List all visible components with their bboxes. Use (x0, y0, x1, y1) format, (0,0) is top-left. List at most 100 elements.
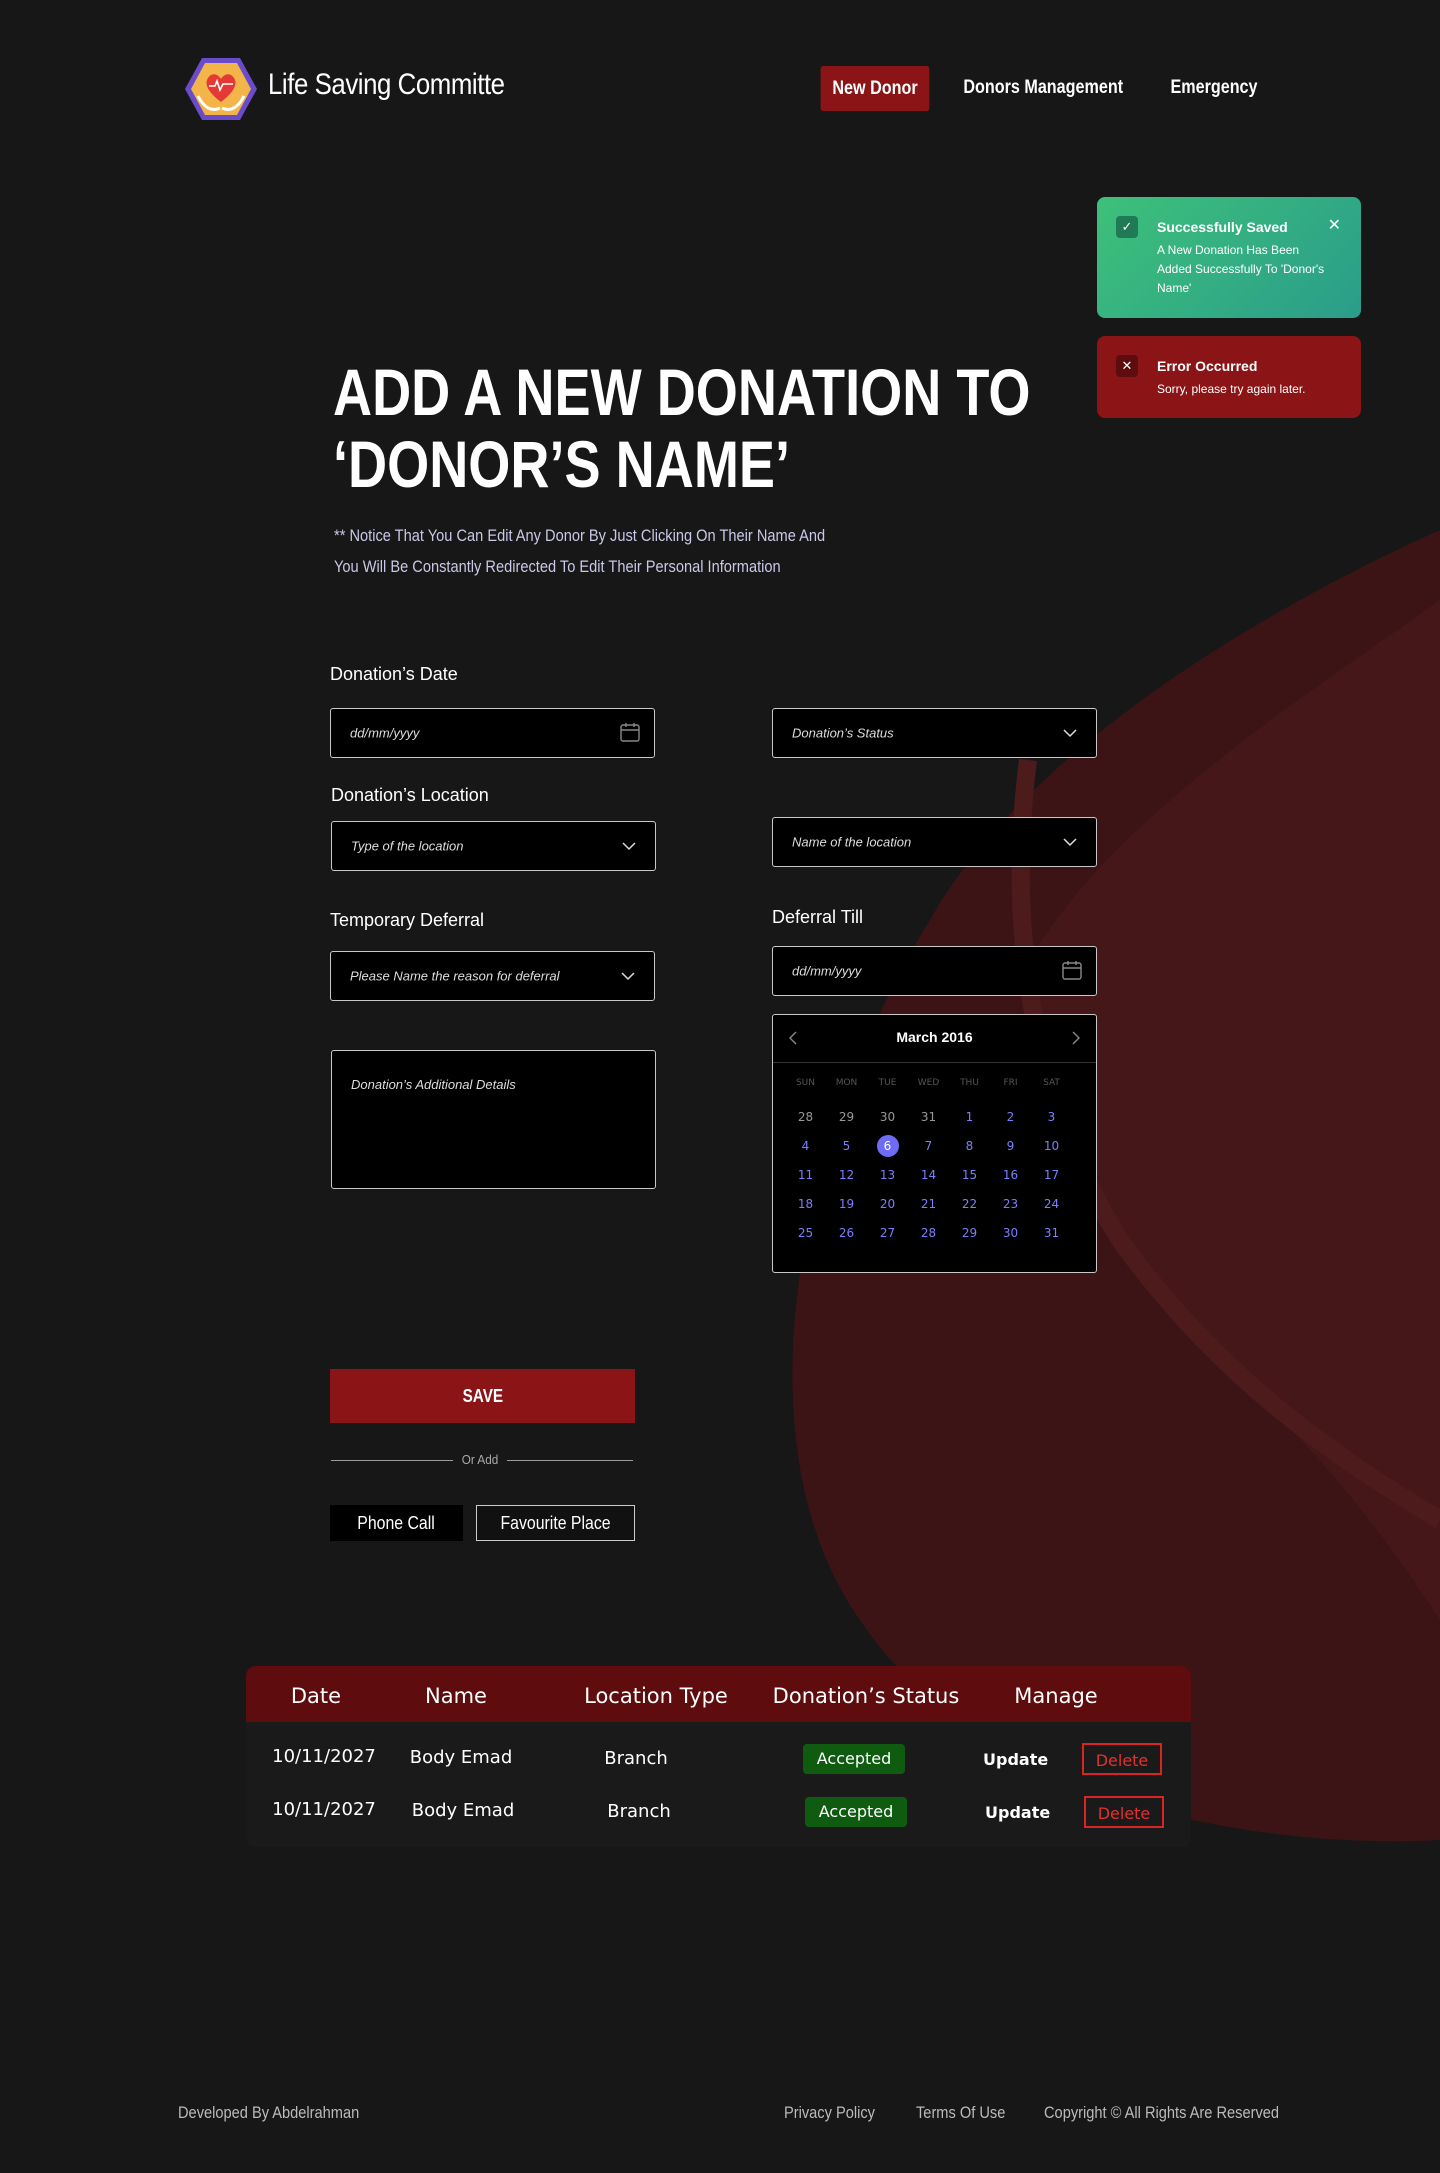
donations-table: Date Name Location Type Donation’s Statu… (246, 1666, 1191, 1847)
calendar-day[interactable]: 28 (785, 1110, 826, 1124)
divider-right (507, 1460, 633, 1461)
calendar-day[interactable]: 21 (908, 1197, 949, 1211)
calendar-day[interactable]: 29 (949, 1226, 990, 1240)
calendar-day[interactable]: 4 (785, 1139, 826, 1153)
toast-message: A New Donation Has Been Added Successful… (1157, 243, 1325, 295)
calendar-day[interactable]: 26 (826, 1226, 867, 1240)
phone-call-label: Phone Call (357, 1513, 436, 1533)
calendar-day[interactable]: 31 (1031, 1226, 1072, 1240)
header-donation-status: Donation’s Status (772, 1684, 960, 1708)
calendar-day[interactable]: 17 (1031, 1168, 1072, 1182)
cell-date: 10/11/2027 (272, 1746, 376, 1767)
calendar-day[interactable]: 2 (990, 1110, 1031, 1124)
calendar-day[interactable]: 14 (908, 1168, 949, 1182)
delete-button[interactable]: Delete (1084, 1796, 1164, 1828)
additional-details-placeholder: Donation’s Additional Details (351, 1077, 516, 1092)
calendar-day[interactable]: 15 (949, 1168, 990, 1182)
calendar-weekday: THU (960, 1077, 979, 1088)
calendar-day-number: 12 (838, 1167, 855, 1182)
donation-status-placeholder: Donation’s Status (792, 725, 894, 741)
temporary-deferral-label: Temporary Deferral (330, 910, 485, 930)
footer-privacy-link[interactable]: Privacy Policy (784, 2103, 875, 2123)
calendar-day-number: 25 (797, 1225, 814, 1240)
update-button[interactable]: Update (985, 1803, 1050, 1822)
calendar-day-number: 28 (797, 1109, 814, 1124)
cell-name[interactable]: Body Emad (406, 1747, 516, 1768)
save-button[interactable]: SAVE (330, 1369, 635, 1423)
additional-details-textarea[interactable]: Donation’s Additional Details (331, 1050, 656, 1189)
calendar-day-number: 23 (1002, 1196, 1019, 1211)
calendar-day[interactable]: 18 (785, 1197, 826, 1211)
page-title-line2: ‘DONOR’S NAME’ (333, 427, 791, 501)
notice-line1: ** Notice That You Can Edit Any Donor By… (334, 526, 826, 545)
update-button[interactable]: Update (983, 1750, 1048, 1769)
calendar-day[interactable]: 25 (785, 1226, 826, 1240)
calendar-day[interactable]: 30 (867, 1110, 908, 1124)
calendar-day[interactable]: 10 (1031, 1139, 1072, 1153)
chevron-right-icon[interactable] (1066, 1027, 1086, 1049)
calendar-day[interactable]: 5 (826, 1139, 867, 1153)
favourite-place-button[interactable]: Favourite Place (476, 1505, 635, 1541)
calendar-day[interactable]: 11 (785, 1168, 826, 1182)
calendar-day[interactable]: 12 (826, 1168, 867, 1182)
calendar-weekday: MON (835, 1077, 858, 1088)
footer-terms-link[interactable]: Terms Of Use (916, 2103, 1005, 2123)
check-icon: ✓ (1116, 216, 1138, 238)
calendar-day-number: 11 (797, 1167, 814, 1182)
calendar-day[interactable]: 3 (1031, 1110, 1072, 1124)
calendar-day-number: 24 (1043, 1196, 1060, 1211)
donation-date-input[interactable]: dd/mm/yyyy (330, 708, 655, 758)
calendar-day[interactable]: 29 (826, 1110, 867, 1124)
calendar-day[interactable]: 28 (908, 1226, 949, 1240)
calendar-icon[interactable] (1061, 959, 1083, 981)
nav-donors-management[interactable]: Donors Management (963, 77, 1123, 99)
divider-left (331, 1460, 453, 1461)
x-icon: ✕ (1116, 355, 1138, 377)
cell-name[interactable]: Body Emad (408, 1800, 518, 1821)
phone-call-button[interactable]: Phone Call (330, 1505, 463, 1541)
calendar-day[interactable]: 30 (990, 1226, 1031, 1240)
deferral-till-label: Deferral Till (772, 907, 864, 927)
calendar-day[interactable]: 24 (1031, 1197, 1072, 1211)
status-badge: Accepted (803, 1744, 905, 1774)
success-toast: ✓ Successfully Saved A New Donation Has … (1097, 197, 1361, 318)
nav-new-donor[interactable]: New Donor (820, 66, 930, 111)
calendar-day[interactable]: 20 (867, 1197, 908, 1211)
donation-location-label: Donation’s Location (331, 785, 489, 805)
calendar-day[interactable]: 19 (826, 1197, 867, 1211)
deferral-reason-select[interactable]: Please Name the reason for deferral (330, 951, 655, 1001)
or-add-label: Or Add (461, 1452, 499, 1467)
delete-button[interactable]: Delete (1082, 1743, 1162, 1775)
calendar-week: 11 12 13 14 15 16 17 (785, 1160, 1085, 1189)
status-badge: Accepted (805, 1797, 907, 1827)
calendar-day-number: 28 (920, 1225, 937, 1240)
chevron-down-icon (1063, 729, 1077, 738)
location-type-select[interactable]: Type of the location (331, 821, 656, 871)
calendar-day-number: 18 (797, 1196, 814, 1211)
cell-date: 10/11/2027 (272, 1799, 376, 1820)
calendar-day[interactable]: 8 (949, 1139, 990, 1153)
chevron-down-icon (622, 842, 636, 851)
calendar-weekday: SAT (1043, 1077, 1060, 1088)
location-name-select[interactable]: Name of the location (772, 817, 1097, 867)
calendar-icon[interactable] (619, 721, 641, 743)
deferral-till-input[interactable]: dd/mm/yyyy (772, 946, 1097, 996)
calendar-day[interactable]: 9 (990, 1139, 1031, 1153)
close-icon[interactable]: ✕ (1328, 215, 1341, 235)
calendar-day-selected[interactable]: 6 (867, 1134, 908, 1157)
calendar-day-number: 22 (961, 1196, 978, 1211)
calendar-day[interactable]: 1 (949, 1110, 990, 1124)
logo (184, 56, 258, 122)
calendar-day-number: 13 (879, 1167, 896, 1182)
calendar-day-number: 31 (920, 1109, 937, 1124)
calendar-day[interactable]: 13 (867, 1168, 908, 1182)
donation-status-select[interactable]: Donation’s Status (772, 708, 1097, 758)
calendar-day[interactable]: 23 (990, 1197, 1031, 1211)
calendar-day[interactable]: 22 (949, 1197, 990, 1211)
nav-emergency[interactable]: Emergency (1168, 77, 1260, 99)
calendar-day[interactable]: 16 (990, 1168, 1031, 1182)
calendar-day[interactable]: 31 (908, 1110, 949, 1124)
footer-developer: Developed By Abdelrahman (178, 2103, 360, 2122)
calendar-day[interactable]: 27 (867, 1226, 908, 1240)
calendar-day[interactable]: 7 (908, 1139, 949, 1153)
